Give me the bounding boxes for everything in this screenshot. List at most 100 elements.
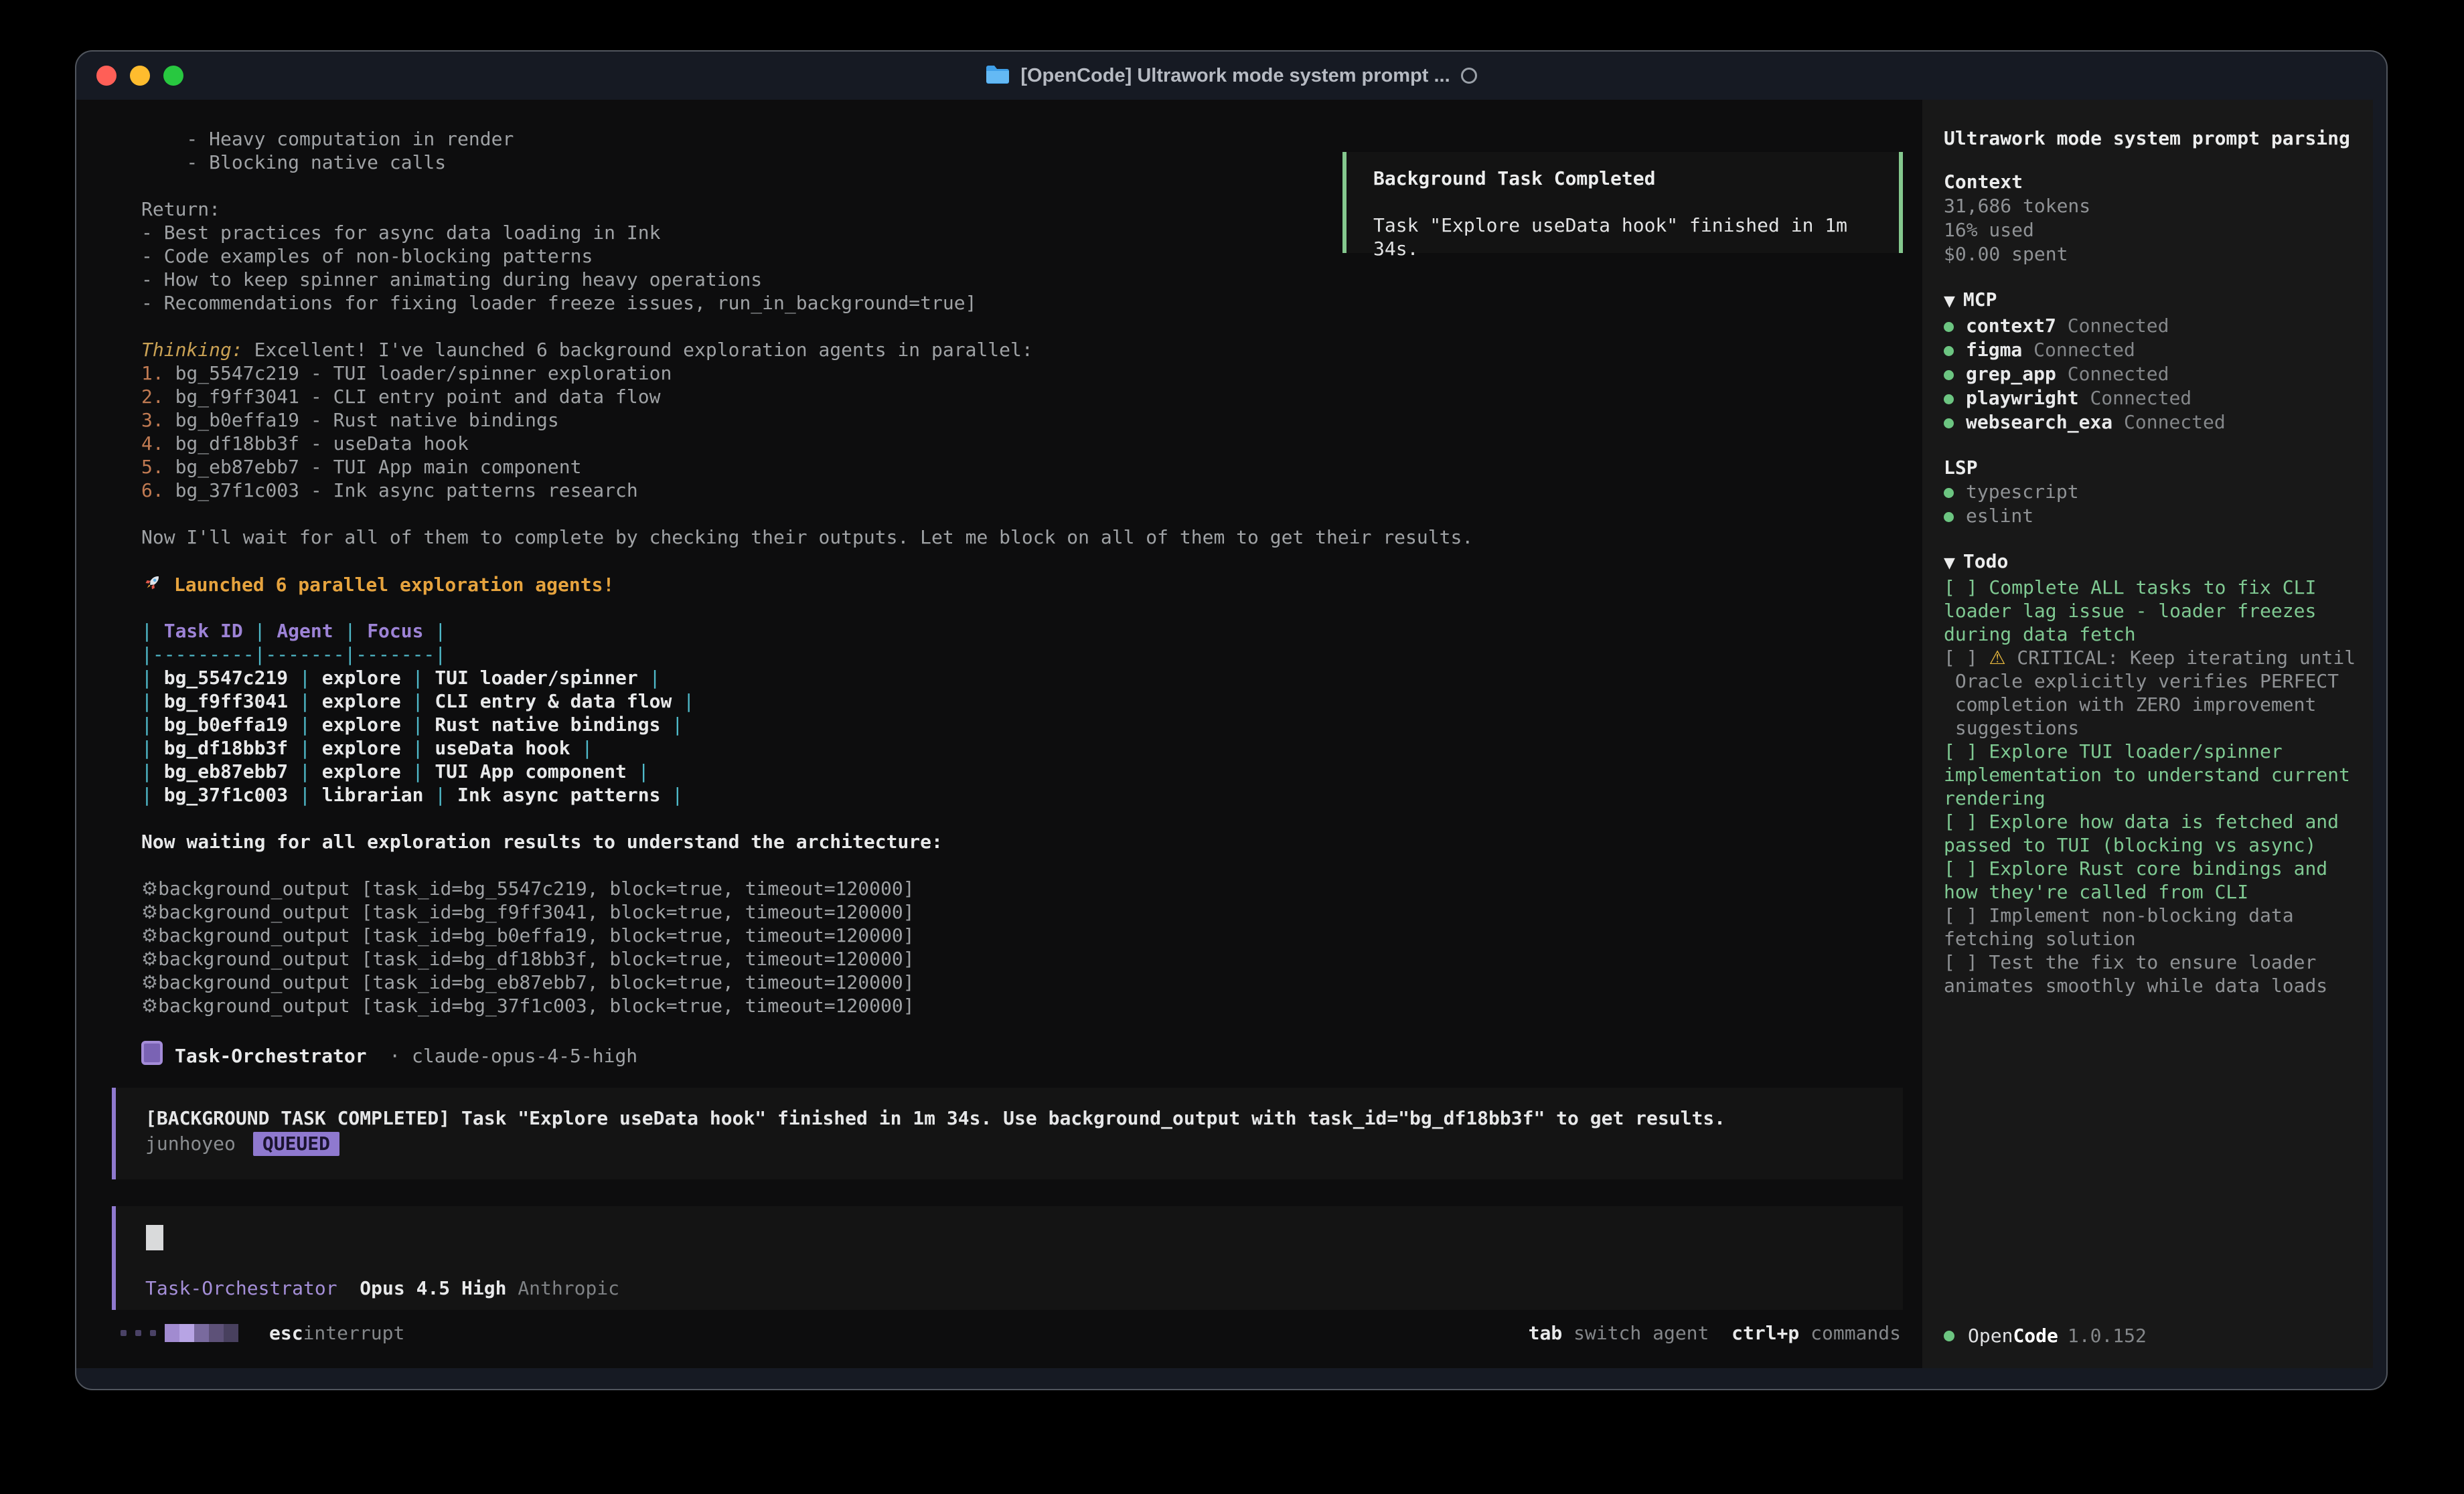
statusbar-right: tab switch agent ctrl+p commands — [1529, 1319, 1901, 1346]
todo-list: [ ] Complete ALL tasks to fix CLI loader… — [1944, 576, 2361, 997]
terminal-line: Now waiting for all exploration results … — [141, 830, 1473, 853]
terminal-line — [141, 315, 1473, 338]
mcp-item: context7 Connected — [1944, 314, 2361, 338]
context-section: Context 31,686 tokens 16% used $0.00 spe… — [1944, 170, 2361, 266]
todo-item[interactable]: [ ] Explore how data is fetched and pass… — [1944, 810, 2361, 857]
ctrlp-key-label: commands — [1799, 1322, 1901, 1344]
provider-name: Anthropic — [518, 1277, 619, 1299]
zoom-button[interactable] — [163, 66, 183, 86]
mcp-header[interactable]: ▼MCP — [1944, 288, 2361, 314]
tab-key-hint: tab — [1529, 1322, 1563, 1344]
completed-task-meta: junhoyeo QUEUED — [145, 1132, 1903, 1156]
brand-code: Code — [2013, 1324, 2058, 1348]
terminal-line: Thinking: Excellent! I've launched 6 bac… — [141, 338, 1473, 361]
agent-icon — [141, 1041, 163, 1065]
folder-icon — [986, 64, 1010, 87]
todo-item[interactable]: [ ] Explore TUI loader/spinner implement… — [1944, 740, 2361, 810]
terminal-line — [141, 549, 1473, 572]
mcp-item: figma Connected — [1944, 338, 2361, 362]
todo-item[interactable]: [ ] ⚠ CRITICAL: Keep iterating until Ora… — [1944, 646, 2361, 740]
terminal-line: 2. bg_f9ff3041 - CLI entry point and dat… — [141, 385, 1473, 408]
traffic-lights — [96, 52, 183, 100]
terminal-line: |---------|-------|-------| — [141, 643, 1473, 666]
todo-item[interactable]: [ ] Complete ALL tasks to fix CLI loader… — [1944, 576, 2361, 646]
agent-name[interactable]: Task-Orchestrator — [145, 1277, 337, 1299]
lsp-section: LSP typescripteslint — [1944, 456, 2361, 528]
rocket-icon — [141, 572, 163, 594]
brand-open: Open — [1968, 1324, 2013, 1348]
lsp-header: LSP — [1944, 456, 2361, 480]
session-title: Ultrawork mode system prompt parsing — [1944, 127, 2361, 151]
terminal-line: 3. bg_b0effa19 - Rust native bindings — [141, 408, 1473, 432]
mcp-item: websearch_exa Connected — [1944, 410, 2361, 434]
terminal-panel: - Heavy computation in render - Blocking… — [76, 100, 1922, 1368]
todo-item[interactable]: [ ] Test the fix to ensure loader animat… — [1944, 950, 2361, 997]
terminal-line: ⚙background_output [task_id=bg_37f1c003,… — [141, 994, 1473, 1017]
connected-dot-icon — [1944, 370, 1954, 380]
context-tokens: 31,686 tokens — [1944, 194, 2361, 218]
terminal-line: | bg_37f1c003 | librarian | Ink async pa… — [141, 783, 1473, 807]
completed-task-text: [BACKGROUND TASK COMPLETED] Task "Explor… — [145, 1106, 1903, 1131]
terminal-output: - Heavy computation in render - Blocking… — [141, 127, 1473, 1064]
input-agent-row: Task-Orchestrator Opus 4.5 High Anthropi… — [145, 1277, 619, 1299]
warning-icon: ⚠ — [1989, 647, 2005, 669]
statusbar-left: esc interrupt — [121, 1319, 404, 1346]
terminal-line: Task-Orchestrator · claude-opus-4-5-high — [141, 1041, 1473, 1064]
text-cursor — [146, 1225, 163, 1250]
close-button[interactable] — [96, 66, 117, 86]
terminal-line: | bg_eb87ebb7 | explore | TUI App compon… — [141, 760, 1473, 783]
terminal-line — [141, 1017, 1473, 1041]
minimize-button[interactable] — [130, 66, 150, 86]
todo-item[interactable]: [ ] Explore Rust core bindings and how t… — [1944, 857, 2361, 904]
connected-dot-icon — [1944, 488, 1954, 498]
sidebar: Ultrawork mode system prompt parsing Con… — [1922, 100, 2373, 1368]
terminal-line: ⚙background_output [task_id=bg_b0effa19,… — [141, 924, 1473, 947]
mcp-item: playwright Connected — [1944, 386, 2361, 410]
user-name: junhoyeo — [145, 1133, 236, 1155]
terminal-line: Now I'll wait for all of them to complet… — [141, 525, 1473, 549]
terminal-line: 6. bg_37f1c003 - Ink async patterns rese… — [141, 479, 1473, 502]
terminal-line: ⚙background_output [task_id=bg_f9ff3041,… — [141, 900, 1473, 924]
titlebar: [OpenCode] Ultrawork mode system prompt … — [76, 52, 2386, 100]
model-name[interactable]: Opus 4.5 High — [360, 1277, 506, 1299]
notification-title: Background Task Completed — [1373, 167, 1899, 190]
context-used: 16% used — [1944, 218, 2361, 242]
todo-header[interactable]: ▼Todo — [1944, 550, 2361, 576]
mcp-item: grep_app Connected — [1944, 362, 2361, 386]
connected-dot-icon — [1944, 346, 1954, 356]
connected-dot-icon — [1944, 512, 1954, 522]
terminal-line: | Task ID | Agent | Focus | — [141, 619, 1473, 643]
todo-section: ▼Todo [ ] Complete ALL tasks to fix CLI … — [1944, 550, 2361, 997]
terminal-line: | bg_b0effa19 | explore | Rust native bi… — [141, 713, 1473, 736]
app-window: [OpenCode] Ultrawork mode system prompt … — [75, 50, 2388, 1390]
terminal-line: 1. bg_5547c219 - TUI loader/spinner expl… — [141, 361, 1473, 385]
terminal-line: 4. bg_df18bb3f - useData hook — [141, 432, 1473, 455]
terminal-line: 5. bg_eb87ebb7 - TUI App main component — [141, 455, 1473, 479]
notification-message: Task "Explore useData hook" finished in … — [1373, 214, 1899, 260]
terminal-line: - Blocking native calls — [141, 151, 1473, 174]
terminal-line — [141, 174, 1473, 197]
terminal-line — [141, 502, 1473, 525]
terminal-line: | bg_5547c219 | explore | TUI loader/spi… — [141, 666, 1473, 689]
background-task-notification[interactable]: Background Task Completed Task "Explore … — [1342, 152, 1903, 253]
terminal-line: - Best practices for async data loading … — [141, 221, 1473, 244]
terminal-line: | bg_f9ff3041 | explore | CLI entry & da… — [141, 689, 1473, 713]
chevron-down-icon: ▼ — [1944, 293, 1955, 310]
terminal-line — [141, 807, 1473, 830]
mcp-section: ▼MCP context7 Connectedfigma Connectedgr… — [1944, 288, 2361, 434]
ctrlp-key-hint: ctrl+p — [1731, 1322, 1799, 1344]
prompt-input[interactable]: Task-Orchestrator Opus 4.5 High Anthropi… — [112, 1206, 1903, 1310]
lsp-list: typescripteslint — [1944, 480, 2361, 528]
chevron-down-icon: ▼ — [1944, 555, 1955, 572]
screen: [OpenCode] Ultrawork mode system prompt … — [0, 0, 2464, 1494]
terminal-line — [141, 596, 1473, 619]
progress-spinner-icon — [121, 1324, 238, 1342]
tab-key-label: switch agent — [1562, 1322, 1709, 1344]
todo-item[interactable]: [ ] Implement non-blocking data fetching… — [1944, 904, 2361, 950]
connected-dot-icon — [1944, 394, 1954, 404]
connected-dot-icon — [1944, 322, 1954, 332]
window-title-group: [OpenCode] Ultrawork mode system prompt … — [986, 64, 1476, 87]
app-version-footer: OpenCode 1.0.152 — [1944, 1324, 2147, 1348]
status-badge: QUEUED — [253, 1132, 339, 1156]
context-spent: $0.00 spent — [1944, 242, 2361, 266]
